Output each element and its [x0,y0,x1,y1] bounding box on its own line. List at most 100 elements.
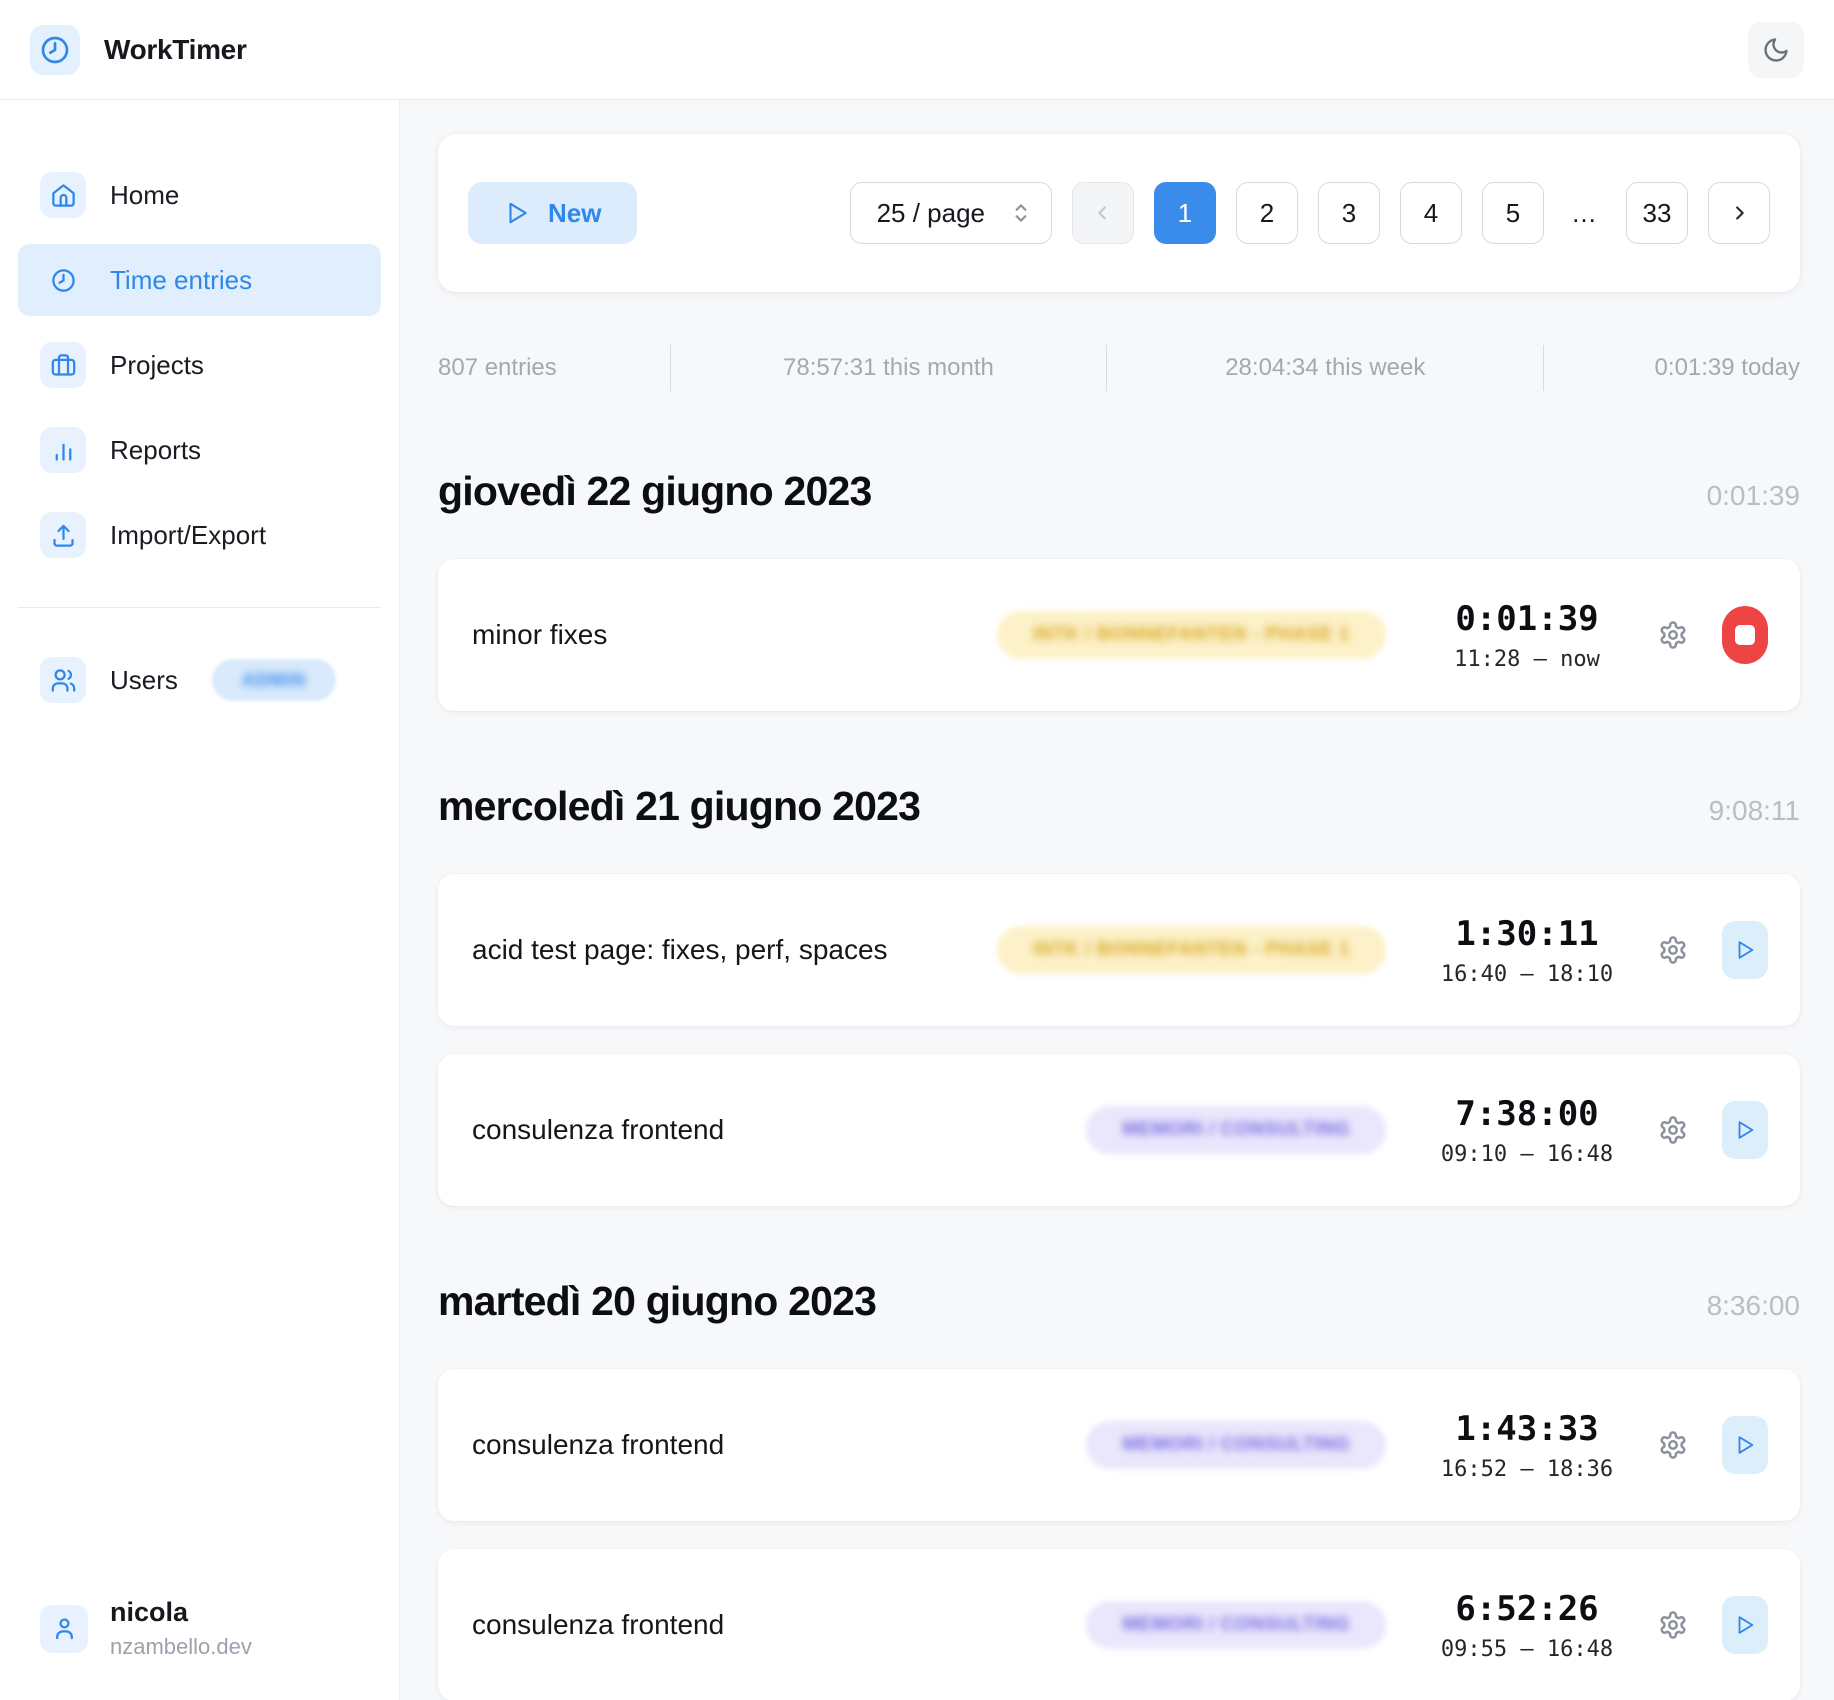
project-badge: INTK / BONNEFANTEN - PHASE 1 [997,611,1386,659]
sidebar-item-reports[interactable]: Reports [18,414,381,486]
sidebar-item-import-export[interactable]: Import/Export [18,499,381,571]
entry-name: minor fixes [472,619,997,651]
home-icon [40,172,86,218]
entry-time-range: 09:10 — 16:48 [1441,1142,1613,1167]
prev-page-button[interactable] [1072,182,1134,244]
page-button-5[interactable]: 5 [1482,182,1544,244]
project-badge-label: MEMORI / CONSULTING [1122,1434,1350,1456]
page-button-2[interactable]: 2 [1236,182,1298,244]
start-button[interactable] [1722,1416,1768,1474]
pagination-ellipsis: … [1564,198,1606,229]
user-domain: nzambello.dev [110,1634,252,1660]
start-button[interactable] [1722,921,1768,979]
app-title: WorkTimer [104,34,247,66]
entry-time: 0:01:39 11:28 — now [1422,599,1632,672]
entry-name: acid test page: fixes, perf, spaces [472,934,997,966]
page-button-last[interactable]: 33 [1626,182,1688,244]
project-badge-label: MEMORI / CONSULTING [1122,1119,1350,1141]
start-button[interactable] [1722,1101,1768,1159]
entry-name: consulenza frontend [472,1429,1086,1461]
page-button-3[interactable]: 3 [1318,182,1380,244]
current-user[interactable]: nicola nzambello.dev [40,1597,252,1660]
sidebar-item-label: Home [110,180,179,211]
sidebar-item-time-entries[interactable]: Time entries [18,244,381,316]
project-badge-label: INTK / BONNEFANTEN - PHASE 1 [1033,939,1350,961]
page-button-4[interactable]: 4 [1400,182,1462,244]
toolbar: New 25 / page 1 2 3 4 5 … 33 [438,134,1800,292]
gear-icon [1658,935,1688,965]
stat-this-month: 78:57:31 this month [671,354,1107,382]
entry-name: consulenza frontend [472,1609,1086,1641]
entry-settings-button[interactable] [1658,1610,1688,1640]
time-entry-card: consulenza frontend MEMORI / CONSULTING … [438,1549,1800,1700]
day-section: mercoledì 21 giugno 2023 9:08:11 acid te… [438,783,1800,1206]
play-icon [1734,1614,1756,1636]
stop-button[interactable] [1722,606,1768,664]
bar-chart-icon [40,427,86,473]
page-button-1[interactable]: 1 [1154,182,1216,244]
sidebar-item-label: Time entries [110,265,252,296]
time-entry-card: acid test page: fixes, perf, spaces INTK… [438,874,1800,1026]
entry-settings-button[interactable] [1658,620,1688,650]
project-badge-label: INTK / BONNEFANTEN - PHASE 1 [1033,624,1350,646]
sidebar: Home Time entries Projects Reports Impor… [0,100,400,1700]
upload-icon [40,512,86,558]
sidebar-item-users[interactable]: Users ADMIN [18,644,381,716]
entry-time: 1:43:33 16:52 — 18:36 [1422,1409,1632,1482]
day-total: 8:36:00 [1707,1290,1800,1322]
stop-icon [1735,625,1755,645]
chevron-up-down-icon [1011,200,1031,226]
play-icon [1734,939,1756,961]
main-content: New 25 / page 1 2 3 4 5 … 33 [400,100,1834,1700]
project-badge: MEMORI / CONSULTING [1086,1601,1386,1649]
page-size-value: 25 / page [877,198,985,229]
entry-time-range: 16:52 — 18:36 [1441,1457,1613,1482]
new-entry-button[interactable]: New [468,182,637,244]
entry-duration: 1:30:11 [1455,914,1598,954]
day-title: mercoledì 21 giugno 2023 [438,783,920,830]
sidebar-item-label: Users [110,665,178,696]
sidebar-item-projects[interactable]: Projects [18,329,381,401]
day-title: giovedì 22 giugno 2023 [438,468,872,515]
clock-icon [40,257,86,303]
entry-duration: 0:01:39 [1455,599,1598,639]
entry-duration: 6:52:26 [1455,1589,1598,1629]
time-entry-card: consulenza frontend MEMORI / CONSULTING … [438,1054,1800,1206]
gear-icon [1658,1115,1688,1145]
day-total: 9:08:11 [1709,795,1800,827]
project-badge: MEMORI / CONSULTING [1086,1421,1386,1469]
next-page-button[interactable] [1708,182,1770,244]
page-size-select[interactable]: 25 / page [850,182,1052,244]
entry-duration: 1:43:33 [1455,1409,1598,1449]
user-name: nicola [110,1597,252,1628]
app-header: WorkTimer [0,0,1834,100]
day-title: martedì 20 giugno 2023 [438,1278,876,1325]
start-button[interactable] [1722,1596,1768,1654]
moon-icon [1762,36,1790,64]
entry-name: consulenza frontend [472,1114,1086,1146]
chevron-right-icon [1728,202,1750,224]
admin-badge: ADMIN [212,659,336,701]
time-entry-card: minor fixes INTK / BONNEFANTEN - PHASE 1… [438,559,1800,711]
stat-today: 0:01:39 today [1544,354,1800,382]
entry-time-range: 09:55 — 16:48 [1441,1637,1613,1662]
admin-badge-label: ADMIN [242,670,306,691]
entry-settings-button[interactable] [1658,1430,1688,1460]
new-entry-label: New [548,198,601,229]
stat-this-week: 28:04:34 this week [1107,354,1543,382]
play-icon [1734,1119,1756,1141]
stat-total-entries: 807 entries [438,354,670,382]
sidebar-item-home[interactable]: Home [18,159,381,231]
sidebar-divider [18,607,381,608]
sidebar-item-label: Import/Export [110,520,266,551]
project-badge: MEMORI / CONSULTING [1086,1106,1386,1154]
project-badge: INTK / BONNEFANTEN - PHASE 1 [997,926,1386,974]
entry-time-range: 16:40 — 18:10 [1441,962,1613,987]
time-entry-card: consulenza frontend MEMORI / CONSULTING … [438,1369,1800,1521]
day-section: giovedì 22 giugno 2023 0:01:39 minor fix… [438,468,1800,711]
entry-settings-button[interactable] [1658,1115,1688,1145]
app-logo [30,25,80,75]
theme-toggle-button[interactable] [1748,22,1804,78]
play-icon [1734,1434,1756,1456]
entry-settings-button[interactable] [1658,935,1688,965]
